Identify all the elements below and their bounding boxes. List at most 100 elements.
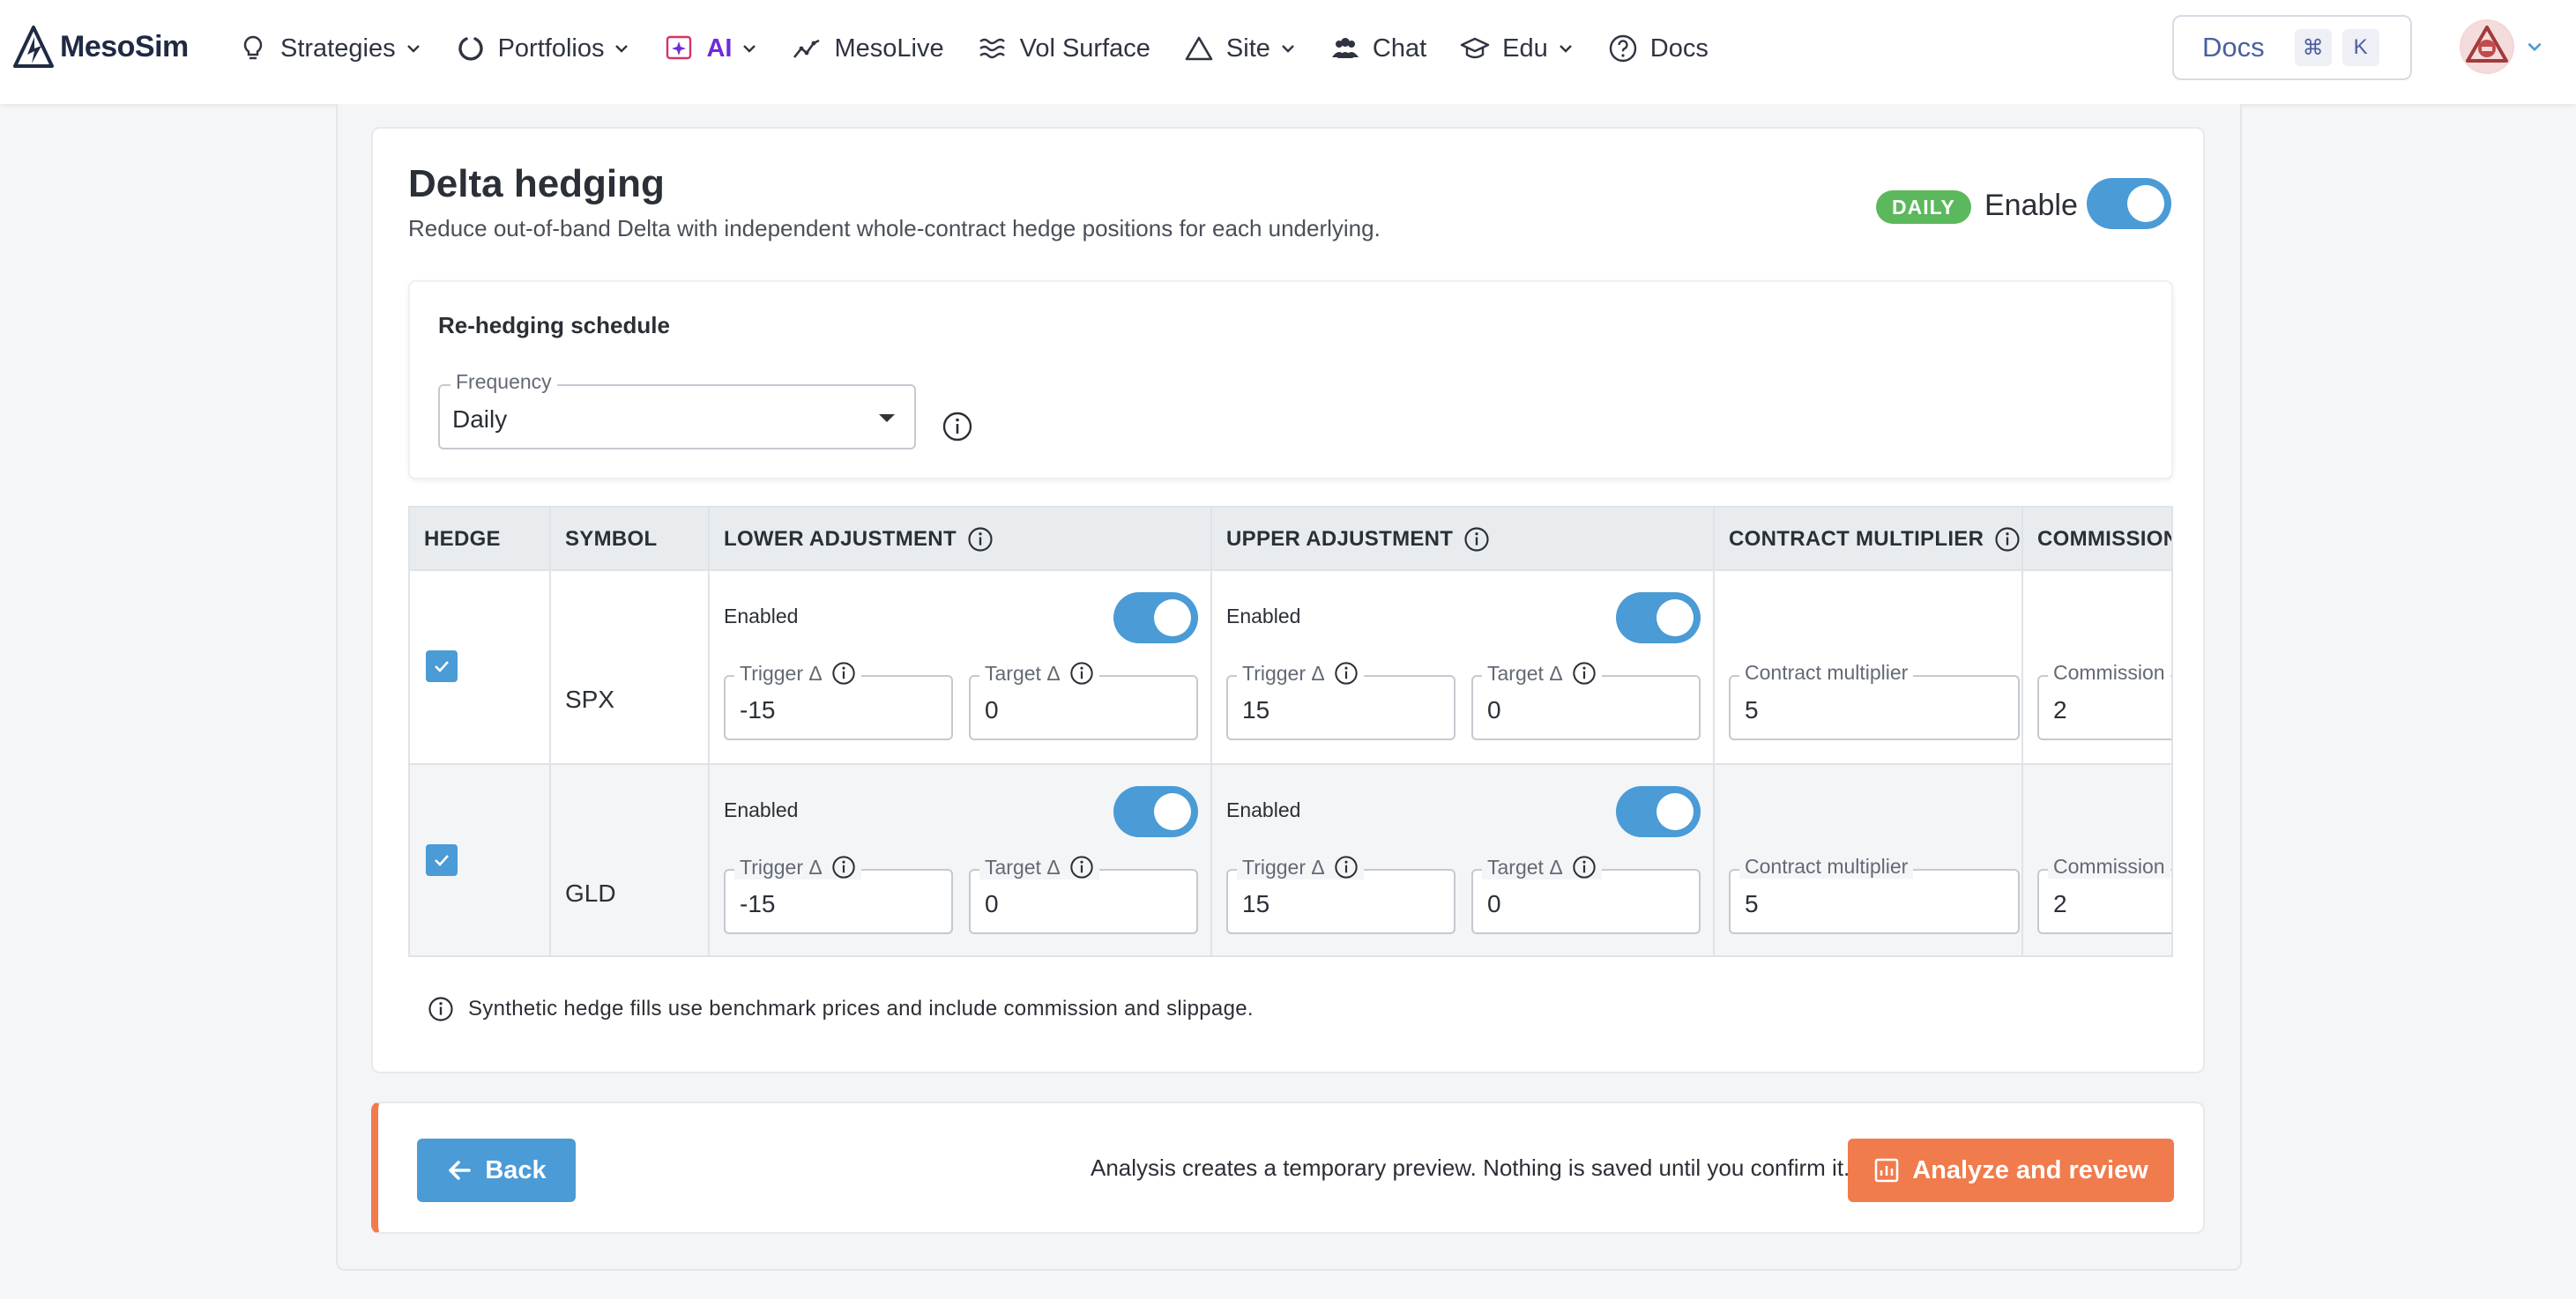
arrow-left-icon [449,1161,472,1180]
chevron-down-icon [1559,45,1572,53]
nav-mesolive[interactable]: MesoLive [792,33,944,63]
col-commission: COMMISSION [2037,527,2173,551]
kbd-command-key: ⌘ [2294,29,2332,66]
fills-note-text: Synthetic hedge fills use benchmark pric… [468,997,1254,1021]
lower-trigger-value: -15 [740,696,776,724]
info-icon[interactable] [1334,661,1359,686]
commission-cell: Commission 2 [2023,571,2171,765]
info-icon[interactable] [942,411,973,442]
upper-target-value: 0 [1487,890,1501,917]
trigger-label: Trigger Δ [1242,855,1325,879]
info-icon[interactable] [1334,855,1359,880]
trigger-label: Trigger Δ [740,855,823,879]
lower-enabled-toggle[interactable] [1113,592,1198,643]
contract-multiplier-input[interactable]: Contract multiplier 5 [1729,661,2020,740]
check-icon [435,855,449,866]
symbol-cell: SPX [551,571,710,765]
table-row: SPX Enabled Trigger Δ -15 Target Δ 0 Ena… [410,571,2171,765]
hedge-checkbox[interactable] [426,650,458,682]
rehedging-schedule-panel: Re-hedging schedule Frequency Daily [408,280,2173,479]
info-icon[interactable] [1069,661,1094,686]
nav-site-label: Site [1225,33,1270,63]
lower-trigger-value: -15 [740,890,776,917]
info-icon[interactable] [1994,526,2021,553]
nav-chat[interactable]: Chat [1330,33,1426,63]
commission-input[interactable]: Commission 2 [2037,661,2171,740]
back-button-label: Back [485,1155,547,1184]
analyze-button-label: Analyze and review [1912,1155,2148,1184]
lower-target-value: 0 [985,890,999,917]
upper-trigger-input[interactable]: Trigger Δ 15 [1226,855,1456,934]
col-lower-adjustment: LOWER ADJUSTMENT [710,508,1212,571]
nav-edu-label: Edu [1502,33,1548,63]
docs-search-label: Docs [2202,32,2265,63]
nav-chat-label: Chat [1372,33,1427,63]
info-icon[interactable] [1463,526,1490,553]
upper-target-value: 0 [1487,696,1501,724]
delta-hedging-card: Delta hedging Reduce out-of-band Delta w… [371,127,2205,1073]
upper-trigger-value: 15 [1242,696,1270,724]
contract-multiplier-value: 5 [1745,696,1759,724]
chevron-down-icon [615,45,629,53]
upper-enabled-label: Enabled [1226,605,1301,627]
graduation-cap-icon [1460,37,1490,59]
chevron-down-icon [1282,45,1294,53]
lower-enabled-toggle[interactable] [1113,786,1198,837]
nav-strategies[interactable]: Strategies [238,33,422,63]
target-label: Target Δ [985,661,1061,685]
analyze-and-review-button[interactable]: Analyze and review [1848,1139,2174,1202]
nav-docs[interactable]: Docs [1608,33,1709,63]
upper-target-input[interactable]: Target Δ 0 [1471,661,1701,740]
upper-target-input[interactable]: Target Δ 0 [1471,855,1701,934]
question-circle-icon [1609,34,1636,63]
info-icon[interactable] [967,526,994,553]
hedge-cell [410,571,551,765]
schedule-title: Re-hedging schedule [438,312,670,338]
nav-mesolive-label: MesoLive [834,33,944,63]
commission-input[interactable]: Commission 2 [2037,855,2171,934]
main-nav: Strategies Portfolios AI MesoLive Vol Su… [238,25,1742,72]
commission-label: Commission [2048,855,2170,879]
user-menu[interactable] [2460,19,2544,74]
lower-target-input[interactable]: Target Δ 0 [969,855,1198,934]
upper-trigger-input[interactable]: Trigger Δ 15 [1226,661,1456,740]
hedge-cell [410,765,551,955]
nav-edu[interactable]: Edu [1460,33,1575,63]
back-button[interactable]: Back [417,1139,576,1202]
symbol-text: SPX [565,686,615,713]
action-bar: Back Analysis creates a temporary previe… [371,1102,2205,1234]
circle-notch-icon [458,37,483,61]
lower-trigger-input[interactable]: Trigger Δ -15 [724,855,953,934]
brand-name: MesoSim [60,29,189,63]
nav-ai[interactable]: AI [664,33,758,63]
nav-vol-surface[interactable]: Vol Surface [978,33,1150,63]
col-hedge: HEDGE [410,508,551,571]
frequency-select[interactable]: Frequency Daily [438,370,916,449]
brand-logo[interactable]: MesoSim [12,25,189,69]
docs-search-button[interactable]: Docs ⌘ K [2172,15,2412,80]
upper-enabled-toggle[interactable] [1616,592,1701,643]
info-icon[interactable] [831,661,856,686]
kbd-k-key: K [2341,29,2379,66]
contract-multiplier-value: 5 [1745,890,1759,917]
lower-target-input[interactable]: Target Δ 0 [969,661,1198,740]
info-icon[interactable] [1069,855,1094,880]
trigger-label: Trigger Δ [1242,661,1325,685]
info-icon[interactable] [1572,661,1597,686]
commission-cell: Commission 2 [2023,765,2171,955]
info-icon[interactable] [1572,855,1597,880]
enable-toggle[interactable] [2087,178,2171,229]
nav-site[interactable]: Site [1184,33,1297,63]
contract-multiplier-label: Contract multiplier [1739,661,1914,685]
info-icon[interactable] [831,855,856,880]
hedge-checkbox[interactable] [426,844,458,876]
avatar-logo-icon [2461,21,2513,72]
contract-multiplier-input[interactable]: Contract multiplier 5 [1729,855,2020,934]
target-label: Target Δ [985,855,1061,879]
nav-ai-label: AI [706,33,733,63]
fills-note: Synthetic hedge fills use benchmark pric… [428,996,1254,1022]
commission-value: 2 [2053,696,2067,724]
lower-trigger-input[interactable]: Trigger Δ -15 [724,661,953,740]
upper-enabled-toggle[interactable] [1616,786,1701,837]
nav-portfolios[interactable]: Portfolios [456,33,631,63]
